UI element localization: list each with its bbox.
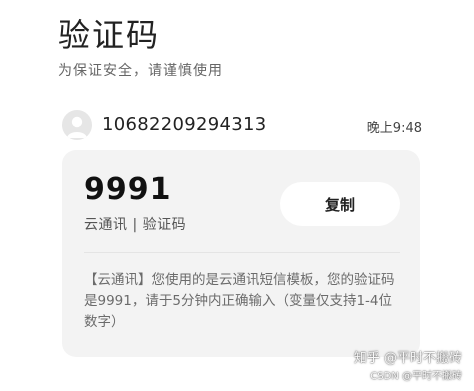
code-source-label: 云通讯 | 验证码 <box>84 217 187 233</box>
sms-body-text: 【云通讯】您使用的是云通讯短信模板，您的验证码是9991，请于5分钟内正确输入（… <box>84 272 395 330</box>
page-title: 验证码 <box>58 16 161 54</box>
verification-code-card: 9991 云通讯 | 验证码 复制 【云通讯】您使用的是云通讯短信模板，您的验证… <box>62 150 420 357</box>
message-header: 10682209294313 晚上9:48 <box>62 108 422 144</box>
person-icon <box>62 110 92 140</box>
message-time: 晚上9:48 <box>366 121 422 136</box>
watermark-zhihu: 知乎 @平时不搬砖 <box>353 351 462 366</box>
watermark: 知乎 @平时不搬砖 CSDN @平时不搬砖 <box>352 347 462 387</box>
watermark-csdn: CSDN @平时不搬砖 <box>370 371 462 382</box>
card-divider <box>84 252 400 253</box>
page-subtitle: 为保证安全，请谨慎使用 <box>58 63 223 79</box>
sender-number: 10682209294313 <box>102 114 267 135</box>
copy-button[interactable]: 复制 <box>280 182 400 226</box>
verification-code: 9991 <box>84 172 172 207</box>
